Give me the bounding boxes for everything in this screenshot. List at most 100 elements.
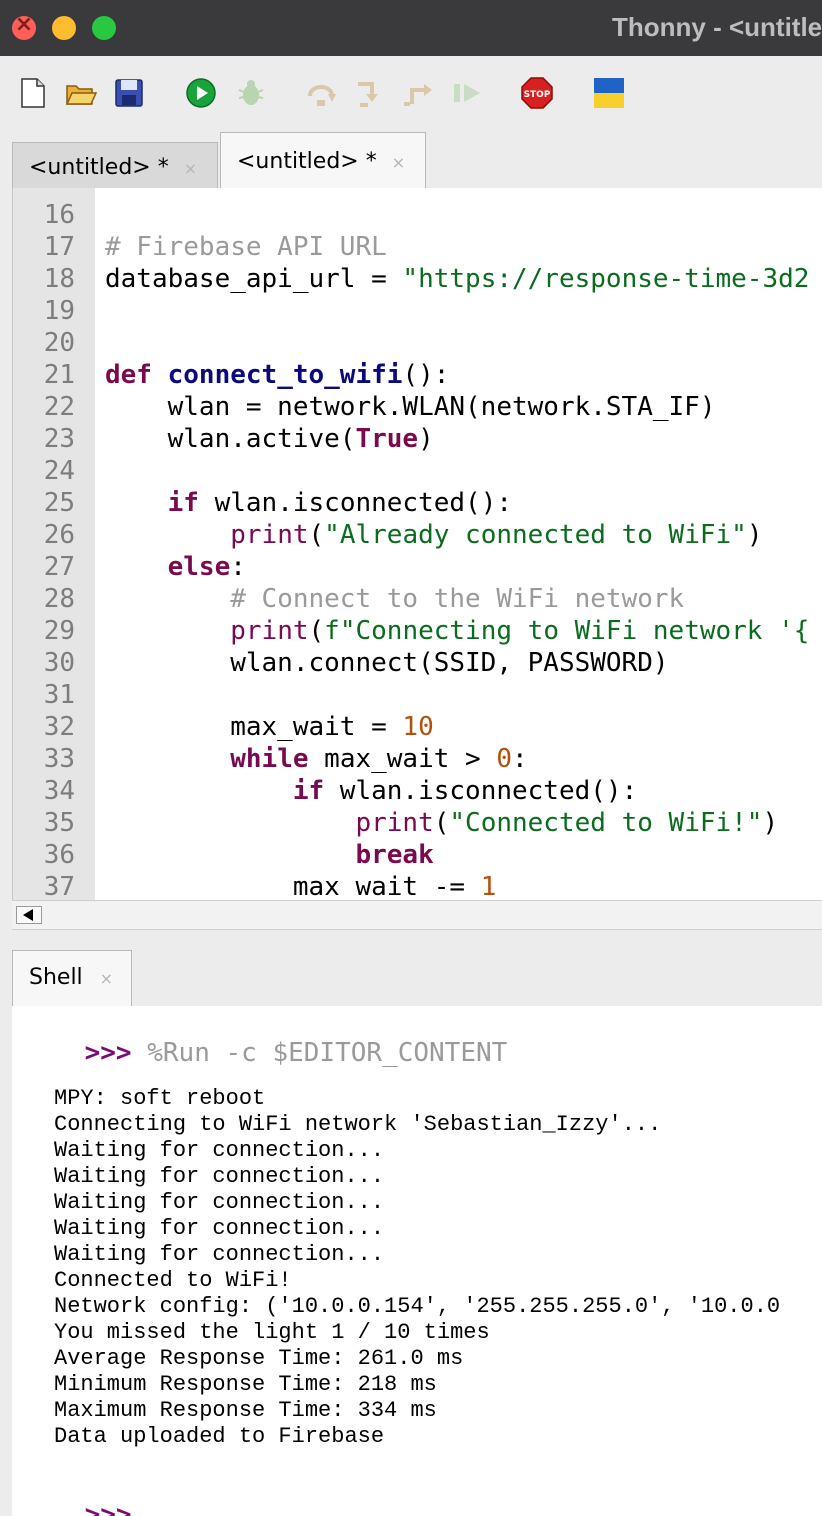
code-line: 23 wlan.active(True) (13, 424, 822, 456)
close-window-button[interactable] (12, 12, 36, 40)
line-number: 17 (43, 232, 75, 262)
code-line: 32 max_wait = 10 (13, 712, 822, 744)
code-line: 35 print("Connected to WiFi!") (13, 808, 822, 840)
step-out-icon[interactable] (402, 76, 436, 110)
shell-output-line: You missed the light 1 / 10 times (54, 1320, 490, 1345)
code-text: # Connect to the WiFi network (230, 584, 685, 614)
run-icon[interactable] (184, 76, 218, 110)
close-tab-icon[interactable]: × (184, 159, 197, 178)
code-text: else: (167, 552, 246, 582)
code-line: 30 wlan.connect(SSID, PASSWORD) (13, 648, 822, 680)
line-number: 36 (43, 840, 75, 870)
editor-tab-bar: <untitled> * × <untitled> * × (0, 132, 822, 189)
line-number: 22 (43, 392, 75, 422)
shell-output-line: Waiting for connection... (54, 1190, 385, 1215)
toolbar: STOP (0, 56, 822, 136)
line-number: 37 (43, 872, 75, 900)
shell-output-line: Waiting for connection... (54, 1138, 385, 1163)
code-line: 37 max_wait -= 1 (13, 872, 822, 900)
stop-icon[interactable]: STOP (520, 76, 554, 110)
line-number: 30 (43, 648, 75, 678)
editor-tab[interactable]: <untitled> * × (12, 142, 218, 189)
line-number: 23 (43, 424, 75, 454)
close-tab-icon[interactable]: × (392, 153, 405, 172)
shell-prompt: >>> (84, 1038, 132, 1068)
code-line: 22 wlan = network.WLAN(network.STA_IF) (13, 392, 822, 424)
code-line: 17 # Firebase API URL (13, 232, 822, 264)
code-line: 31 (13, 680, 822, 712)
line-number: 19 (43, 296, 75, 326)
code-text: print(f"Connecting to WiFi network '{ (230, 616, 810, 646)
window-title: Thonny - <untitled> (612, 12, 822, 42)
code-lines: 16 17 # Firebase API URL 18 database_api_url… (13, 200, 822, 900)
shell-output-line: Waiting for connection... (54, 1216, 385, 1241)
line-number: 16 (43, 200, 75, 230)
close-shell-tab-icon[interactable]: × (100, 969, 113, 988)
code-line: 21 def connect_to_wifi(): (13, 360, 822, 392)
code-text: wlan.active(True) (105, 424, 434, 454)
code-line: 28 # Connect to the WiFi network (13, 584, 822, 616)
shell-command-line: >>> %Run -c $EDITOR_CONTENT (22, 1008, 508, 1098)
line-number: 28 (43, 584, 75, 614)
code-text: max_wait -= 1 (105, 872, 497, 900)
scroll-left-arrow-icon[interactable] (16, 906, 42, 924)
shell-output-line: MPY: soft reboot (54, 1086, 266, 1111)
line-number: 18 (43, 264, 75, 294)
line-number: 24 (43, 456, 75, 486)
new-file-icon[interactable] (16, 76, 50, 110)
code-line: 33 while max_wait > 0: (13, 744, 822, 776)
resume-icon[interactable] (450, 76, 484, 110)
shell-prompt: >>> (84, 1500, 132, 1516)
editor-tab-active[interactable]: <untitled> * × (220, 132, 426, 188)
code-line: 34 if wlan.isconnected(): (13, 776, 822, 808)
title-bar: Thonny - <untitled> (0, 0, 822, 56)
line-number: 20 (43, 328, 75, 358)
editor-tab-label: <untitled> * (237, 149, 377, 174)
code-line: 24 (13, 456, 822, 488)
code-text: wlan.connect(SSID, PASSWORD) (105, 648, 669, 678)
shell-input-line[interactable]: >>> (22, 1470, 132, 1516)
code-text: max_wait = 10 (105, 712, 434, 742)
code-text: database_api_url = "https://response-tim… (105, 264, 810, 294)
step-into-icon[interactable] (352, 76, 386, 110)
shell-tab-bar: Shell × (0, 930, 822, 1006)
line-number: 29 (43, 616, 75, 646)
code-editor[interactable]: 16 17 # Firebase API URL 18 database_api_url… (12, 188, 822, 900)
open-file-icon[interactable] (64, 76, 98, 110)
code-line: 16 (13, 200, 822, 232)
debug-icon[interactable] (234, 76, 268, 110)
shell-panel[interactable]: >>> %Run -c $EDITOR_CONTENT MPY: soft re… (12, 1006, 822, 1516)
line-number: 33 (43, 744, 75, 774)
shell-output-line: Maximum Response Time: 334 ms (54, 1398, 437, 1423)
editor-horizontal-scrollbar[interactable] (12, 900, 822, 930)
shell-output-line: Network config: ('10.0.0.154', '255.255.… (54, 1294, 781, 1319)
line-number: 34 (43, 776, 75, 806)
save-icon[interactable] (112, 76, 146, 110)
code-line: 25 if wlan.isconnected(): (13, 488, 822, 520)
shell-output-line: Connected to WiFi! (54, 1268, 292, 1293)
code-text: break (355, 840, 434, 870)
code-line: 20 (13, 328, 822, 360)
line-number: 26 (43, 520, 75, 550)
code-line: 18 database_api_url = "https://response-t… (13, 264, 822, 296)
code-text: print("Already connected to WiFi") (230, 520, 763, 550)
code-line: 26 print("Already connected to WiFi") (13, 520, 822, 552)
code-text: print("Connected to WiFi!") (355, 808, 779, 838)
line-number: 21 (43, 360, 75, 390)
code-text: if wlan.isconnected(): (167, 488, 513, 518)
code-line: 29 print(f"Connecting to WiFi network '{ (13, 616, 822, 648)
minimize-window-button[interactable] (52, 16, 76, 40)
line-number: 35 (43, 808, 75, 838)
code-text: while max_wait > 0: (230, 744, 528, 774)
shell-output: MPY: soft reboot Connecting to WiFi netwo… (54, 1086, 780, 1450)
maximize-window-button[interactable] (92, 16, 116, 40)
shell-tab-label: Shell (29, 965, 83, 990)
line-number: 27 (43, 552, 75, 582)
stop-label: STOP (524, 90, 551, 100)
shell-tab[interactable]: Shell × (12, 950, 132, 1006)
code-text: def connect_to_wifi(): (105, 360, 450, 390)
shell-output-line: Waiting for connection... (54, 1242, 385, 1267)
ukraine-flag-icon[interactable] (592, 76, 626, 110)
step-over-icon[interactable] (304, 76, 338, 110)
line-number: 25 (43, 488, 75, 518)
